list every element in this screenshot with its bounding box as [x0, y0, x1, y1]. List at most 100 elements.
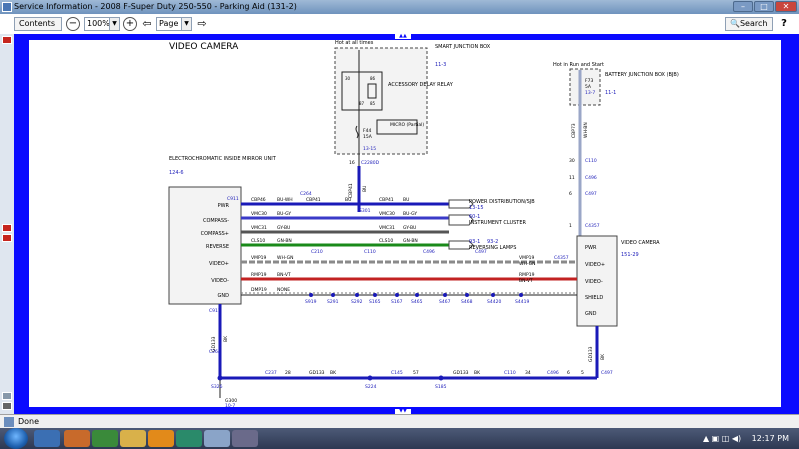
- s467: S467: [439, 299, 451, 305]
- clock[interactable]: 12:17 PM: [752, 434, 789, 443]
- dest-ic: INSTRUMENT CLUSTER: [469, 220, 527, 226]
- back-arrow-icon[interactable]: ⇦: [140, 17, 154, 31]
- lbl-bugya: BU-GY: [277, 211, 291, 217]
- print-icon[interactable]: [2, 402, 12, 410]
- forward-arrow-icon[interactable]: ⇨: [195, 17, 209, 31]
- maximize-button[interactable]: □: [754, 1, 774, 12]
- cbp73-color: WH-BN: [583, 122, 589, 138]
- pin6: 6: [567, 370, 570, 376]
- status-icon: [4, 417, 14, 427]
- lbl-vmc31b: VMC31: [379, 225, 395, 231]
- c2280-name: C2280D: [361, 160, 380, 166]
- lbl-cls10b: CLS10: [379, 238, 393, 244]
- explorer-taskbar-icon[interactable]: [120, 430, 146, 447]
- c110: C110: [364, 249, 376, 255]
- bk-bottom: BK: [330, 370, 337, 376]
- s167: S167: [391, 299, 403, 305]
- dot-s465: [415, 293, 419, 297]
- lbl-bnvtb: BN-VT: [519, 278, 533, 284]
- ie-taskbar-icon[interactable]: [34, 430, 60, 447]
- cbp73-label: CBP73: [571, 123, 577, 138]
- app-icon: [2, 2, 12, 12]
- tray-icons[interactable]: ▲ ▣ ◫ ◀): [703, 434, 741, 443]
- lbl-bua: BU: [345, 197, 351, 203]
- start-button[interactable]: [4, 428, 28, 449]
- app-taskbar-icon[interactable]: [176, 430, 202, 447]
- lbl-rmp19b: RMP19: [519, 272, 535, 278]
- mirror-pin-compass-neg: COMPASS-: [203, 218, 229, 224]
- zoom-out-icon[interactable]: −: [66, 17, 80, 31]
- wiring-diagram-page: VIDEO CAMERA Hot at all times SMART JUNC…: [29, 40, 781, 407]
- lbl-vmc30a: VMC30: [251, 211, 267, 217]
- s291: S291: [327, 299, 339, 305]
- splice-labels: S919 S291 S292 S165 S167 S465 S467 S468 …: [305, 299, 529, 305]
- help-icon[interactable]: ?: [777, 17, 791, 31]
- mirror-pin-video-pos: VIDEO+: [209, 261, 229, 267]
- micro-name: MICRO (Partial): [390, 122, 424, 128]
- dot-s467: [443, 293, 447, 297]
- status-text: Done: [18, 417, 40, 426]
- service-info-taskbar-icon[interactable]: [204, 430, 230, 447]
- nav-up-icon[interactable]: [2, 36, 12, 44]
- zoom-in-icon[interactable]: +: [123, 17, 137, 31]
- lbl-gybub: GY-BU: [403, 225, 416, 231]
- chrome-taskbar-icon[interactable]: [92, 430, 118, 447]
- cbp41-vert-label: CBP41: [348, 183, 354, 198]
- dest-rev: REVERSING LAMPS: [469, 245, 516, 251]
- bjb-ref: 11-1: [605, 90, 616, 96]
- c145: C145: [391, 370, 403, 376]
- lbl-cls10a: CLS10: [251, 238, 265, 244]
- pin5: 5: [581, 370, 584, 376]
- camera-ref: 151-29: [621, 252, 639, 258]
- c264-top: C264: [300, 191, 312, 197]
- gnd-circuit-right: GD133: [588, 346, 594, 362]
- camera-pin-video-pos: VIDEO+: [585, 262, 605, 268]
- lbl-cbp41a: CBP41: [306, 197, 321, 203]
- close-button[interactable]: ✕: [775, 1, 797, 12]
- media-taskbar-icon[interactable]: [148, 430, 174, 447]
- camera-name: VIDEO CAMERA: [621, 240, 660, 246]
- c110b: C110: [504, 370, 516, 376]
- lbl-none: NONE: [277, 287, 290, 293]
- left-sidebar: [0, 34, 15, 414]
- c496b: C496: [547, 370, 559, 376]
- system-tray: ▲ ▣ ◫ ◀) 12:17 PM: [703, 428, 799, 449]
- nav-left-icon[interactable]: [2, 392, 12, 400]
- s185: S185: [435, 384, 447, 390]
- mirror-pin-video-neg: VIDEO-: [211, 278, 229, 284]
- search-label: Search: [739, 19, 768, 28]
- s292: S292: [351, 299, 363, 305]
- fuse1-rating: 15A: [363, 134, 373, 140]
- search-icon: 🔍: [730, 19, 740, 28]
- lbl-whgna: WH-GN: [277, 255, 293, 261]
- misc-taskbar-icon[interactable]: [232, 430, 258, 447]
- pin28: 28: [285, 370, 291, 376]
- diagram-title: VIDEO CAMERA: [169, 42, 239, 52]
- nav-down-icon[interactable]: [2, 224, 12, 232]
- vpin4: 1: [569, 223, 572, 229]
- page-select[interactable]: Page 2 ▼: [156, 17, 192, 31]
- minimize-button[interactable]: –: [733, 1, 753, 12]
- firefox-taskbar-icon[interactable]: [64, 430, 90, 447]
- vc497: C497: [585, 191, 597, 197]
- chevron-down-icon: ▼: [109, 18, 119, 30]
- hot-label: Hot at all times: [335, 40, 374, 46]
- dot-s291: [331, 293, 335, 297]
- gnd-color-right: BK: [600, 353, 606, 360]
- contents-button[interactable]: Contents: [14, 17, 62, 31]
- scroll-up-icon[interactable]: ▲▲: [395, 34, 411, 39]
- sjb-ref2: 13-15: [363, 146, 376, 152]
- zoom-select[interactable]: 100% ▼: [84, 17, 120, 31]
- s468: S468: [461, 299, 473, 305]
- s224: S224: [365, 384, 377, 390]
- pin57: 57: [413, 370, 419, 376]
- c911-top: C911: [227, 196, 239, 202]
- lbl-rmp19a: RMP19: [251, 272, 267, 278]
- search-button[interactable]: 🔍Search: [725, 17, 773, 31]
- nav-toggle-icon[interactable]: [2, 234, 12, 242]
- chevron-down-icon: ▼: [181, 18, 191, 30]
- hot-run-label: Hot in Run and Start: [553, 62, 604, 68]
- dot-s292: [355, 293, 359, 297]
- lbl-bugyb: BU-GY: [403, 211, 417, 217]
- bottom-labels: C237 28 GD133 BK C145 57 GD133 BK C110 3…: [211, 370, 613, 407]
